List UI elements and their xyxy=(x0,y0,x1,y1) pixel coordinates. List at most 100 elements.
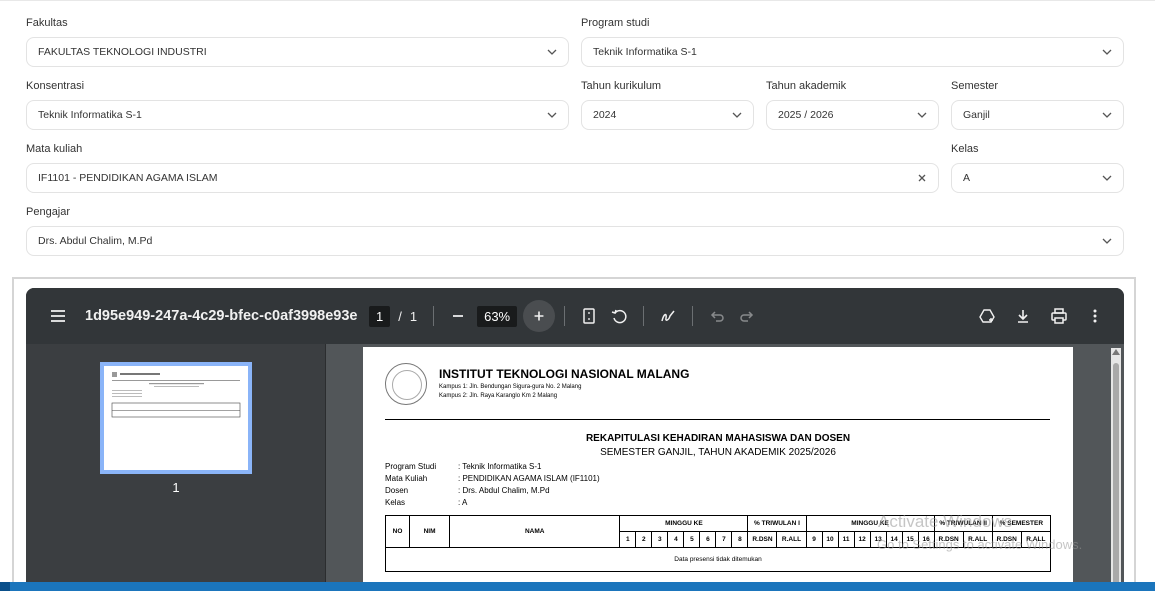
week-header: 1 xyxy=(619,531,637,548)
toolbar-divider xyxy=(433,306,435,326)
info-value: : Drs. Abdul Chalim, M.Pd xyxy=(458,486,550,495)
week-header: 6 xyxy=(699,531,717,548)
thumbnail-page-number: 1 xyxy=(172,480,180,495)
toolbar-divider xyxy=(643,306,645,326)
document-subtitle: SEMESTER GANJIL, TAHUN AKADEMIK 2025/202… xyxy=(600,447,836,458)
konsentrasi-value: Teknik Informatika S-1 xyxy=(38,109,142,121)
semester-value: Ganjil xyxy=(963,109,990,121)
document-title: REKAPITULASI KEHADIRAN MAHASISWA DAN DOS… xyxy=(585,433,851,444)
undo-icon[interactable] xyxy=(702,301,732,331)
week-header: 4 xyxy=(667,531,685,548)
pdf-file-title: 1d95e949-247a-4c29-bfec-c0af3998e93e xyxy=(85,308,358,324)
redo-icon[interactable] xyxy=(732,301,762,331)
activate-windows-hint: Go to Settings to activate Windows. xyxy=(877,537,1083,552)
menu-icon[interactable] xyxy=(43,301,73,331)
fakultas-value: FAKULTAS TEKNOLOGI INDUSTRI xyxy=(38,46,207,58)
tahun-akademik-value: 2025 / 2026 xyxy=(778,109,834,121)
pengajar-select[interactable]: Drs. Abdul Chalim, M.Pd xyxy=(26,226,1124,256)
tahun-akademik-select[interactable]: 2025 / 2026 xyxy=(766,100,939,130)
page-thumbnail[interactable] xyxy=(100,362,252,474)
rall-header: R.ALL xyxy=(776,531,807,548)
week-header: 8 xyxy=(731,531,749,548)
info-value: : A xyxy=(458,498,468,507)
pdf-scrollbar[interactable] xyxy=(1111,348,1121,588)
rotate-icon[interactable] xyxy=(604,301,634,331)
header-minggu-ke: MINGGU KE xyxy=(619,515,749,532)
chevron-down-icon xyxy=(1100,45,1114,59)
header-no: NO xyxy=(384,515,411,548)
chevron-down-icon xyxy=(545,45,559,59)
annotate-icon[interactable] xyxy=(653,301,683,331)
chevron-down-icon xyxy=(1100,108,1114,122)
pengajar-label: Pengajar xyxy=(26,206,71,218)
mata-kuliah-select[interactable]: IF1101 - PENDIDIKAN AGAMA ISLAM xyxy=(26,163,939,193)
scroll-up-icon[interactable] xyxy=(1112,349,1120,355)
week-header: 10 xyxy=(821,531,839,548)
print-icon[interactable] xyxy=(1044,301,1074,331)
zoom-out-icon[interactable] xyxy=(443,301,473,331)
page-separator: / xyxy=(398,308,402,324)
kelas-value: A xyxy=(963,172,971,184)
info-key: Dosen xyxy=(385,486,409,495)
chevron-down-icon xyxy=(545,108,559,122)
week-header: 11 xyxy=(837,531,855,548)
info-value: : Teknik Informatika S-1 xyxy=(458,462,542,471)
institution-logo xyxy=(385,363,427,405)
program-studi-select[interactable]: Teknik Informatika S-1 xyxy=(581,37,1124,67)
header-rule xyxy=(385,419,1050,420)
info-key: Kelas xyxy=(385,498,406,507)
program-studi-value: Teknik Informatika S-1 xyxy=(593,46,697,58)
campus-address-1: Kampus 1: Jln. Bendungan Sigura-gura No.… xyxy=(439,384,582,390)
week-header: 7 xyxy=(715,531,733,548)
konsentrasi-label: Konsentrasi xyxy=(26,80,85,92)
tahun-akademik-label: Tahun akademik xyxy=(766,80,847,92)
pengajar-value: Drs. Abdul Chalim, M.Pd xyxy=(38,235,153,247)
week-header: 5 xyxy=(683,531,701,548)
save-drive-icon[interactable] xyxy=(972,301,1002,331)
activate-windows-watermark: Activate Windows xyxy=(878,512,1013,531)
clear-icon[interactable] xyxy=(915,171,929,185)
week-header: 2 xyxy=(635,531,653,548)
week-header: 9 xyxy=(805,531,823,548)
tahun-kurikulum-select[interactable]: 2024 xyxy=(581,100,754,130)
fakultas-label: Fakultas xyxy=(26,17,68,29)
taskbar-corner xyxy=(0,582,10,591)
more-icon[interactable] xyxy=(1080,301,1110,331)
mata-kuliah-label: Mata kuliah xyxy=(26,143,83,155)
info-value: : PENDIDIKAN AGAMA ISLAM (IF1101) xyxy=(458,474,600,483)
pdf-toolbar: 1d95e949-247a-4c29-bfec-c0af3998e93e 1 /… xyxy=(26,288,1124,344)
header-triwulan-1: % TRIWULAN I xyxy=(747,515,807,532)
chevron-down-icon xyxy=(730,108,744,122)
rdsn-header: R.DSN xyxy=(747,531,778,548)
mata-kuliah-value: IF1101 - PENDIDIKAN AGAMA ISLAM xyxy=(38,172,218,184)
semester-select[interactable]: Ganjil xyxy=(951,100,1124,130)
konsentrasi-select[interactable]: Teknik Informatika S-1 xyxy=(26,100,569,130)
zoom-in-icon[interactable] xyxy=(523,300,556,332)
page-total: 1 xyxy=(409,308,418,324)
tahun-kurikulum-value: 2024 xyxy=(593,109,617,121)
toolbar-divider xyxy=(564,306,566,326)
scrollbar-thumb[interactable] xyxy=(1113,363,1119,588)
header-nim: NIM xyxy=(409,515,451,548)
kelas-select[interactable]: A xyxy=(951,163,1124,193)
download-icon[interactable] xyxy=(1008,301,1038,331)
semester-label: Semester xyxy=(951,80,999,92)
page-number-input[interactable]: 1 xyxy=(369,305,391,327)
program-studi-label: Program studi xyxy=(581,17,650,29)
header-nama: NAMA xyxy=(449,515,621,548)
info-key: Program Studi xyxy=(385,462,437,471)
chevron-down-icon xyxy=(915,108,929,122)
zoom-level[interactable]: 63% xyxy=(477,305,518,327)
thumbnail-sidebar: 1 xyxy=(26,344,326,588)
thumbnail-preview xyxy=(111,372,241,418)
fakultas-select[interactable]: FAKULTAS TEKNOLOGI INDUSTRI xyxy=(26,37,569,67)
kelas-label: Kelas xyxy=(951,143,979,155)
chevron-down-icon xyxy=(1100,171,1114,185)
taskbar-edge xyxy=(0,582,1155,591)
institution-name: INSTITUT TEKNOLOGI NASIONAL MALANG xyxy=(439,367,690,381)
top-divider xyxy=(0,0,1155,1)
chevron-down-icon xyxy=(1100,234,1114,248)
fit-page-icon[interactable] xyxy=(574,301,604,331)
info-key: Mata Kuliah xyxy=(385,474,428,483)
week-header: 3 xyxy=(651,531,669,548)
